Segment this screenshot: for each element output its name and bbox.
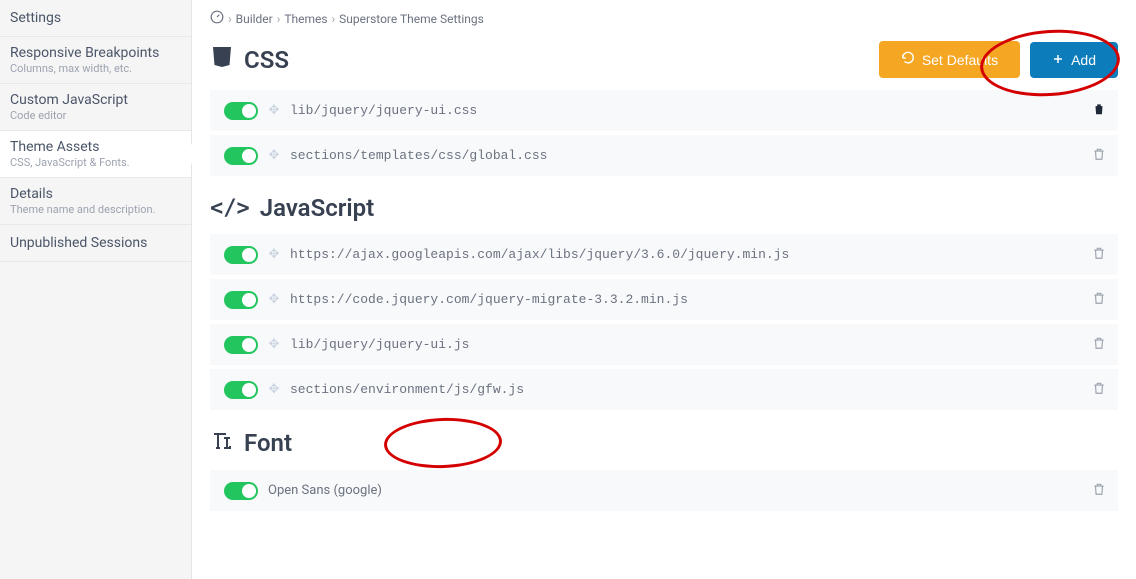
trash-icon[interactable] xyxy=(1090,479,1108,502)
sidebar-item-details[interactable]: Details Theme name and description. xyxy=(0,178,191,225)
trash-icon[interactable] xyxy=(1090,378,1108,401)
sidebar-item-custom-javascript[interactable]: Custom JavaScript Code editor xyxy=(0,84,191,131)
css-icon xyxy=(210,45,234,75)
set-defaults-button[interactable]: Set Defaults xyxy=(879,41,1020,78)
asset-row: ✥ sections/environment/js/gfw.js xyxy=(210,369,1118,410)
asset-name: Open Sans (google) xyxy=(268,483,1090,498)
sidebar-item-sublabel: Code editor xyxy=(10,109,181,122)
sidebar-item-responsive-breakpoints[interactable]: Responsive Breakpoints Columns, max widt… xyxy=(0,37,191,84)
breadcrumb-current: Superstore Theme Settings xyxy=(339,12,484,26)
sidebar-item-settings[interactable]: Settings xyxy=(0,0,191,37)
asset-path: lib/jquery/jquery-ui.css xyxy=(290,103,1090,118)
sidebar-item-sublabel: Theme name and description. xyxy=(10,203,181,216)
sidebar: Settings Responsive Breakpoints Columns,… xyxy=(0,0,192,579)
trash-icon[interactable] xyxy=(1090,333,1108,356)
css-section-title: CSS xyxy=(210,45,289,75)
code-icon: </> xyxy=(210,196,250,221)
sidebar-item-label: Details xyxy=(10,186,181,202)
asset-row: ✥ https://ajax.googleapis.com/ajax/libs/… xyxy=(210,234,1118,275)
drag-handle-icon[interactable]: ✥ xyxy=(266,382,282,397)
asset-path: lib/jquery/jquery-ui.js xyxy=(290,337,1090,352)
asset-toggle[interactable] xyxy=(224,381,258,399)
asset-path: sections/templates/css/global.css xyxy=(290,148,1090,163)
js-asset-list: ✥ https://ajax.googleapis.com/ajax/libs/… xyxy=(210,234,1118,410)
asset-row: Open Sans (google) xyxy=(210,470,1118,511)
drag-handle-icon[interactable]: ✥ xyxy=(266,148,282,163)
refresh-icon xyxy=(901,51,915,68)
breadcrumb: › Builder › Themes › Superstore Theme Se… xyxy=(210,10,1118,27)
trash-icon[interactable] xyxy=(1090,144,1108,167)
drag-handle-icon[interactable]: ✥ xyxy=(266,337,282,352)
asset-toggle[interactable] xyxy=(224,147,258,165)
asset-toggle[interactable] xyxy=(224,102,258,120)
main-content: › Builder › Themes › Superstore Theme Se… xyxy=(192,0,1136,579)
font-section-title: Font xyxy=(210,428,292,458)
font-asset-list: Open Sans (google) xyxy=(210,470,1118,511)
drag-handle-icon[interactable]: ✥ xyxy=(266,292,282,307)
sidebar-item-sublabel: Columns, max width, etc. xyxy=(10,62,181,75)
asset-row: ✥ lib/jquery/jquery-ui.js xyxy=(210,324,1118,365)
trash-icon[interactable] xyxy=(1090,99,1108,122)
asset-row: ✥ lib/jquery/jquery-ui.css xyxy=(210,90,1118,131)
asset-toggle[interactable] xyxy=(224,246,258,264)
drag-handle-icon[interactable]: ✥ xyxy=(266,247,282,262)
breadcrumb-separator: › xyxy=(277,12,281,26)
sidebar-item-sublabel: CSS, JavaScript & Fonts. xyxy=(10,156,181,169)
javascript-section-title: </> JavaScript xyxy=(210,194,374,222)
trash-icon[interactable] xyxy=(1090,243,1108,266)
asset-path: sections/environment/js/gfw.js xyxy=(290,382,1090,397)
add-button[interactable]: Add xyxy=(1030,42,1118,78)
dashboard-icon[interactable] xyxy=(210,10,224,27)
css-asset-list: ✥ lib/jquery/jquery-ui.css ✥ sections/te… xyxy=(210,90,1118,176)
breadcrumb-builder[interactable]: Builder xyxy=(236,12,273,26)
breadcrumb-separator: › xyxy=(228,12,232,26)
asset-path: https://ajax.googleapis.com/ajax/libs/jq… xyxy=(290,247,1090,262)
breadcrumb-themes[interactable]: Themes xyxy=(284,12,327,26)
asset-toggle[interactable] xyxy=(224,291,258,309)
font-icon xyxy=(210,428,234,458)
sidebar-item-theme-assets[interactable]: Theme Assets CSS, JavaScript & Fonts. xyxy=(0,131,191,178)
sidebar-item-label: Responsive Breakpoints xyxy=(10,45,181,61)
sidebar-item-unpublished-sessions[interactable]: Unpublished Sessions xyxy=(0,225,191,262)
sidebar-item-label: Unpublished Sessions xyxy=(10,235,181,251)
sidebar-item-label: Theme Assets xyxy=(10,139,181,155)
asset-path: https://code.jquery.com/jquery-migrate-3… xyxy=(290,292,1090,307)
drag-handle-icon[interactable]: ✥ xyxy=(266,103,282,118)
asset-toggle[interactable] xyxy=(224,336,258,354)
sidebar-item-label: Custom JavaScript xyxy=(10,92,181,108)
sidebar-item-label: Settings xyxy=(10,10,181,26)
plus-icon xyxy=(1052,52,1064,68)
asset-row: ✥ sections/templates/css/global.css xyxy=(210,135,1118,176)
breadcrumb-separator: › xyxy=(332,12,336,26)
asset-toggle[interactable] xyxy=(224,482,258,500)
asset-row: ✥ https://code.jquery.com/jquery-migrate… xyxy=(210,279,1118,320)
trash-icon[interactable] xyxy=(1090,288,1108,311)
